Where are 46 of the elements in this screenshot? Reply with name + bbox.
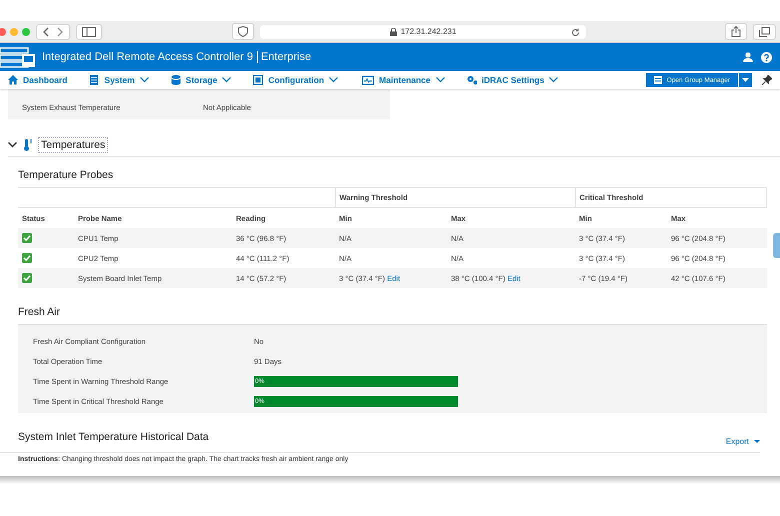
gears-icon <box>466 75 477 85</box>
nav-menu-item[interactable]: iDRAC Settings <box>466 75 558 85</box>
back-forward-buttons[interactable] <box>36 24 70 40</box>
pin-icon <box>762 75 772 85</box>
tabs-icon <box>759 26 770 36</box>
reload-icon <box>571 28 580 36</box>
edition-label: Enterprise <box>260 51 312 63</box>
nav-menu-item[interactable]: Storage <box>170 75 232 85</box>
caret-down-icon <box>742 78 749 82</box>
server-icon <box>654 76 662 84</box>
tabs-button[interactable] <box>753 24 776 40</box>
share-icon <box>731 26 741 37</box>
nav-menu-item[interactable]: Maintenance <box>362 75 445 85</box>
sidebar-icon <box>82 26 96 36</box>
status-check-icon <box>22 253 32 263</box>
thermometer-icon <box>23 138 32 150</box>
subsection-title: Fresh Air <box>18 306 62 318</box>
home-icon <box>8 75 18 85</box>
shield-icon <box>238 26 248 37</box>
url-text: 172.31.242.231 <box>400 27 456 36</box>
status-check-icon <box>22 233 32 243</box>
product-title: Integrated Dell Remote Access Controller 9 <box>42 51 258 63</box>
subsection-title: System Inlet Temperature Historical Data <box>18 430 209 442</box>
shield-button[interactable] <box>232 23 254 40</box>
monitor-icon <box>362 75 374 85</box>
status-check-icon <box>22 273 32 283</box>
server-icon <box>89 75 100 85</box>
caret-down-icon <box>754 440 760 443</box>
user-icon <box>743 52 753 62</box>
export-menu[interactable]: Export <box>726 437 760 446</box>
share-button[interactable] <box>725 23 747 40</box>
dropdown-button[interactable] <box>738 73 752 87</box>
grid-icon <box>253 75 264 85</box>
sidebar-button[interactable] <box>76 24 102 40</box>
subsection-title: Temperature Probes <box>18 169 114 181</box>
scroll-handle[interactable] <box>773 233 780 258</box>
nav-menu-item[interactable]: Configuration <box>253 75 338 85</box>
chevron-left-icon <box>42 26 50 36</box>
section-title[interactable]: Temperatures <box>38 136 108 152</box>
chevron-right-icon <box>56 26 64 36</box>
database-icon <box>170 75 181 85</box>
help-icon <box>761 52 772 62</box>
address-bar[interactable]: 172.31.242.231 <box>260 24 586 38</box>
nav-menu-item[interactable]: System <box>89 75 149 85</box>
lock-icon <box>390 28 397 36</box>
nav-menu-item[interactable]: Dashboard <box>8 75 68 85</box>
